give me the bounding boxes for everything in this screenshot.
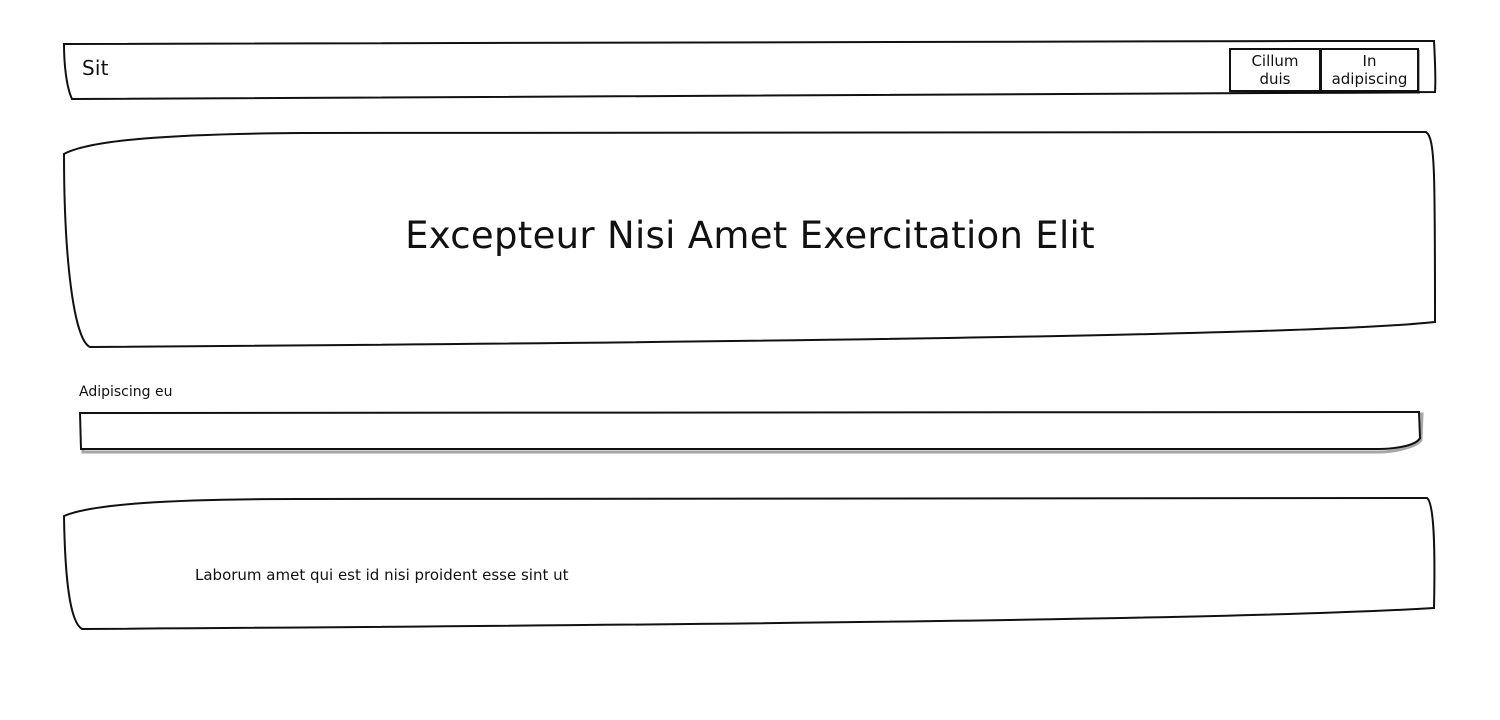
brand-logo[interactable]: Sit [82, 56, 109, 80]
text-field [79, 411, 1421, 451]
hero-title: Excepteur Nisi Amet Exercitation Elit [405, 214, 1095, 257]
nav-button-in-adipiscing[interactable]: In adipiscing [1320, 48, 1419, 92]
content-card: Laborum amet qui est id nisi proident es… [64, 497, 1436, 631]
field-label: Adipiscing eu [79, 384, 173, 400]
nav-button-cillum-duis[interactable]: Cillum duis [1229, 48, 1321, 92]
page: Sit Cillum duis In adipiscing Excepteur … [0, 0, 1500, 720]
text-input[interactable] [83, 415, 1413, 445]
hero-section: Excepteur Nisi Amet Exercitation Elit [64, 132, 1436, 348]
content-text: Laborum amet qui est id nisi proident es… [195, 566, 569, 584]
top-nav: Sit Cillum duis In adipiscing [64, 40, 1436, 100]
